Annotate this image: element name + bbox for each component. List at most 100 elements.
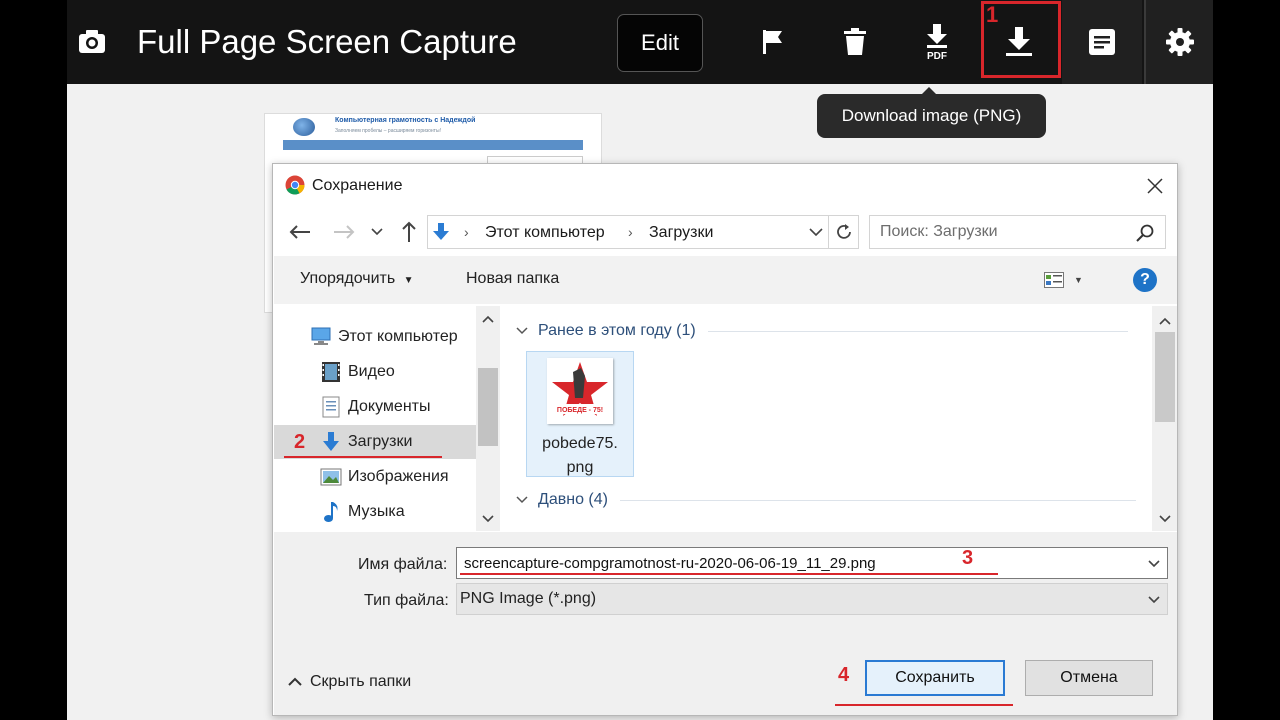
computer-icon <box>311 327 331 345</box>
chevron-down-icon[interactable] <box>480 510 496 526</box>
dialog-title: Сохранение <box>312 177 403 194</box>
refresh-icon <box>836 224 851 239</box>
settings-button[interactable] <box>1144 0 1213 84</box>
arrow-left-icon <box>289 225 310 239</box>
step-marker-4: 4 <box>838 664 850 686</box>
chevron-down-icon[interactable] <box>1157 510 1173 526</box>
thumb-nav-bar: Главная Карта сайта Бесплатно Словарь По… <box>283 140 583 154</box>
view-options-button[interactable]: ▼ <box>1044 268 1094 292</box>
flag-icon <box>763 30 782 54</box>
search-box[interactable] <box>869 215 1166 249</box>
organize-button[interactable]: Упорядочить ▼ <box>300 270 414 288</box>
hide-folders-label: Скрыть папки <box>310 673 412 690</box>
victory-poster-image: ПОБЕДЕ - 75! <box>552 362 608 416</box>
chevron-up-icon[interactable] <box>1157 314 1173 330</box>
notes-icon <box>1089 29 1115 55</box>
view-details-icon <box>1044 272 1064 288</box>
chevron-down-icon <box>371 228 383 236</box>
thumb-site-title: Компьютерная грамотность с Надеждой <box>335 117 476 124</box>
images-icon <box>320 468 342 486</box>
filetype-select[interactable]: PNG Image (*.png) <box>456 583 1168 615</box>
thumb-nav-item: Контакты <box>482 149 500 154</box>
group-header-recent[interactable]: Ранее в этом году (1) <box>516 322 1128 340</box>
chevron-right-icon: › <box>464 224 469 240</box>
chevron-down-icon[interactable] <box>1146 555 1162 571</box>
command-bar: Упорядочить ▼ Новая папка ▼ ? <box>274 256 1177 304</box>
nav-scroll-thumb[interactable] <box>478 368 498 446</box>
refresh-button[interactable] <box>829 215 859 249</box>
filetype-label: Тип файла: <box>364 592 449 609</box>
file-name-line: pobede75. <box>542 435 618 452</box>
step-marker-3: 3 <box>962 547 974 569</box>
thumb-nav-item: Словарь <box>374 149 391 154</box>
pdf-download-button[interactable]: PDF <box>897 0 977 84</box>
group-label: Ранее в этом году (1) <box>538 322 696 339</box>
save-form: Имя файла: 3 Тип файла: PNG Image (*.png… <box>274 532 1177 715</box>
address-bar[interactable]: › Этот компьютер › Загрузки <box>427 215 829 249</box>
group-header-old[interactable]: Давно (4) <box>516 491 1136 509</box>
step-underline-2 <box>284 456 442 458</box>
extension-toolbar: Full Page Screen Capture Edit PDF 1 <box>67 0 1213 84</box>
video-icon <box>322 362 340 382</box>
camera-icon[interactable] <box>77 26 107 56</box>
nav-item-label: Изображения <box>348 468 449 485</box>
hide-folders-button[interactable]: Скрыть папки <box>288 673 411 691</box>
navigation-pane: Этот компьютер Видео Документы Загрузки … <box>274 306 500 531</box>
downloads-icon <box>323 432 339 451</box>
nav-item-music[interactable]: Музыка <box>274 495 476 529</box>
content-scrollbar[interactable] <box>1152 306 1177 531</box>
chevron-right-icon: › <box>628 224 633 240</box>
nav-item-images[interactable]: Изображения <box>274 460 476 494</box>
nav-item-documents[interactable]: Документы <box>274 390 476 424</box>
nav-item-label: Музыка <box>348 503 405 520</box>
nav-scrollbar[interactable] <box>476 306 500 531</box>
save-button[interactable]: Сохранить <box>865 660 1005 696</box>
close-icon <box>1147 178 1163 194</box>
thumb-nav-item: Вопросы <box>429 149 446 154</box>
edit-button[interactable]: Edit <box>617 14 703 72</box>
thumb-site-subtitle: Заполняем пробелы – расширяем горизонты! <box>335 128 441 134</box>
up-button[interactable] <box>397 220 421 244</box>
content-scroll-thumb[interactable] <box>1155 332 1175 422</box>
breadcrumb-downloads[interactable]: Загрузки <box>649 224 713 242</box>
chevron-up-icon[interactable] <box>480 312 496 328</box>
chrome-icon <box>285 175 305 195</box>
file-thumbnail: ПОБЕДЕ - 75! <box>547 358 613 424</box>
chevron-up-icon <box>288 677 302 686</box>
filename-label: Имя файла: <box>358 556 448 573</box>
caret-down-icon: ▼ <box>403 275 414 286</box>
recent-locations-button[interactable] <box>369 220 385 244</box>
trash-button[interactable] <box>815 0 895 84</box>
arrow-right-icon <box>334 225 355 239</box>
thumb-nav-item: Карта сайта <box>311 149 334 154</box>
thumb-nav-item: Бесплатно <box>344 149 365 154</box>
search-input[interactable] <box>870 216 1130 248</box>
chevron-down-icon[interactable] <box>1146 591 1162 607</box>
forward-button[interactable] <box>332 220 356 244</box>
nav-item-this-pc[interactable]: Этот компьютер <box>274 320 476 354</box>
step-underline-3 <box>460 573 998 575</box>
close-button[interactable] <box>1141 172 1169 200</box>
nav-item-video[interactable]: Видео <box>274 355 476 389</box>
back-button[interactable] <box>288 220 312 244</box>
chevron-down-icon <box>809 228 823 236</box>
help-button[interactable]: ? <box>1133 268 1157 292</box>
flag-button[interactable] <box>733 0 813 84</box>
notes-button[interactable] <box>1062 0 1142 84</box>
organize-label: Упорядочить <box>300 270 396 287</box>
file-name: pobede75. png <box>527 432 633 480</box>
step-marker-1: 1 <box>986 2 999 27</box>
group-divider <box>619 499 1136 501</box>
thumb-nav-item: Подписка <box>401 149 420 154</box>
address-dropdown[interactable] <box>806 222 826 242</box>
new-folder-button[interactable]: Новая папка <box>466 270 559 288</box>
trash-icon <box>844 28 866 55</box>
pdf-download-icon: PDF <box>927 24 947 60</box>
file-item[interactable]: ПОБЕДЕ - 75! pobede75. png <box>526 351 634 477</box>
poster-caption: ПОБЕДЕ - 75! <box>557 407 603 414</box>
cancel-button[interactable]: Отмена <box>1025 660 1153 696</box>
breadcrumb-this-pc[interactable]: Этот компьютер <box>485 224 605 242</box>
group-label: Давно (4) <box>538 491 608 508</box>
app-title: Full Page Screen Capture <box>137 23 517 60</box>
thumb-nav-item: Обо мне <box>456 149 473 154</box>
